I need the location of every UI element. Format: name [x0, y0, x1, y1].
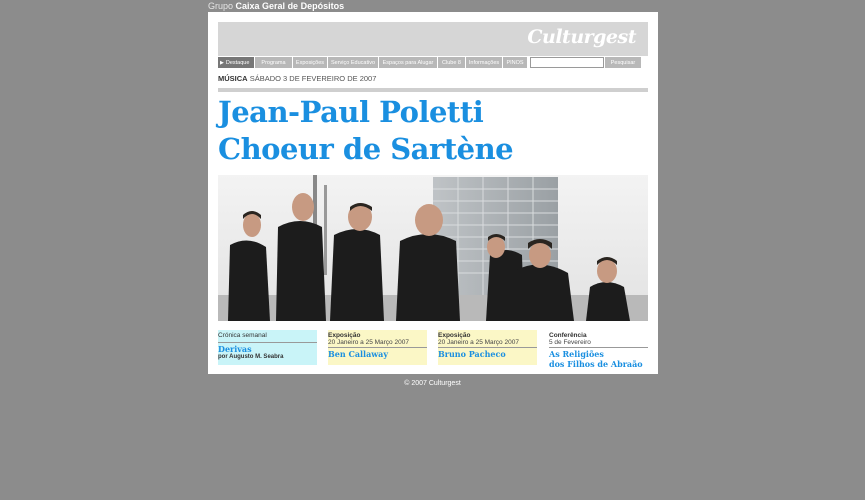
search-button[interactable]: Pesquisar	[605, 57, 641, 68]
group-prefix: Grupo	[208, 1, 234, 11]
card-title[interactable]: Bruno Pacheco	[438, 349, 537, 359]
nav-item-programa[interactable]: Programa	[255, 57, 292, 68]
nav-item-informacoes[interactable]: Informações	[466, 57, 502, 68]
divider	[218, 88, 648, 92]
search-button-label: Pesquisar	[610, 59, 636, 66]
event-title-line1: Jean-Paul Poletti	[218, 95, 484, 129]
masthead: Culturgest	[218, 22, 648, 56]
card-exposicao-callaway[interactable]: Exposição 20 Janeiro a 25 Março 2007 Ben…	[328, 330, 427, 365]
card-title-line2[interactable]: dos Filhos de Abraão	[549, 359, 648, 369]
search-input[interactable]	[530, 57, 604, 68]
card-date: 5 de Fevereiro	[549, 339, 591, 346]
main-nav: ▶ Destaque Programa Exposições Serviço E…	[218, 57, 648, 68]
nav-item-label: PINOS	[506, 59, 524, 66]
card-divider	[218, 342, 317, 343]
card-divider	[438, 347, 537, 348]
nav-item-pinos[interactable]: PINOS	[503, 57, 527, 68]
card-date: 20 Janeiro a 25 Março 2007	[328, 339, 409, 346]
event-category: MÚSICA	[218, 74, 248, 83]
choir-photo	[218, 175, 648, 321]
nav-item-label: Destaque	[225, 59, 250, 66]
card-title[interactable]: Ben Callaway	[328, 349, 427, 359]
nav-item-label: Exposições	[295, 59, 325, 66]
card-conferencia[interactable]: Conferência 5 de Fevereiro As Religiões …	[549, 330, 648, 369]
card-body: Exposição 20 Janeiro a 25 Março 2007 Ben…	[328, 330, 427, 365]
event-title-line2: Choeur de Sartène	[218, 132, 514, 166]
nav-item-destaque[interactable]: ▶ Destaque	[218, 57, 254, 68]
group-name[interactable]: Caixa Geral de Depósitos	[236, 1, 345, 11]
card-exposicao-pacheco[interactable]: Exposição 20 Janeiro a 25 Março 2007 Bru…	[438, 330, 537, 365]
card-body: Exposição 20 Janeiro a 25 Março 2007 Bru…	[438, 330, 537, 365]
card-divider	[328, 347, 427, 348]
nav-item-clube-8[interactable]: Clube 8	[438, 57, 465, 68]
card-label: Crónica semanal	[218, 332, 267, 339]
play-arrow-icon: ▶	[220, 59, 224, 66]
event-title[interactable]: Jean-Paul Poletti Choeur de Sartène	[218, 94, 648, 168]
card-body: Conferência 5 de Fevereiro As Religiões …	[549, 330, 648, 369]
culturgest-logo[interactable]: Culturgest	[527, 26, 636, 48]
feature-cards: Crónica semanal Derivas por Augusto M. S…	[218, 330, 648, 369]
card-label: Exposição	[438, 332, 471, 339]
event-date: SÁBADO 3 DE FEVEREIRO DE 2007	[249, 74, 377, 83]
nav-item-label: Clube 8	[442, 59, 461, 66]
page-container: Culturgest ▶ Destaque Programa Exposiçõe…	[208, 12, 658, 374]
group-line: Grupo Caixa Geral de Depósitos	[208, 1, 344, 11]
nav-item-label: Serviço Educativo	[330, 59, 376, 66]
nav-item-exposicoes[interactable]: Exposições	[293, 57, 327, 68]
card-date: 20 Janeiro a 25 Março 2007	[438, 339, 519, 346]
card-body: Crónica semanal Derivas por Augusto M. S…	[218, 330, 317, 365]
nav-item-label: Programa	[261, 59, 286, 66]
card-divider	[549, 347, 648, 348]
nav-item-label: Informações	[468, 59, 500, 66]
footer-copyright: © 2007 Culturgest	[404, 380, 461, 387]
card-title[interactable]: As Religiões	[549, 349, 648, 359]
card-cronica[interactable]: Crónica semanal Derivas por Augusto M. S…	[218, 330, 317, 365]
nav-item-servico-educativo[interactable]: Serviço Educativo	[328, 57, 378, 68]
nav-item-espacos-para-alugar[interactable]: Espaços para Alugar	[379, 57, 437, 68]
event-date-line: MÚSICA SÁBADO 3 DE FEVEREIRO DE 2007	[218, 74, 376, 83]
card-title[interactable]: Derivas	[218, 344, 317, 354]
card-label: Conferência	[549, 332, 587, 339]
card-author: por Augusto M. Seabra	[218, 354, 284, 360]
nav-item-label: Espaços para Alugar	[382, 59, 434, 66]
card-label: Exposição	[328, 332, 361, 339]
